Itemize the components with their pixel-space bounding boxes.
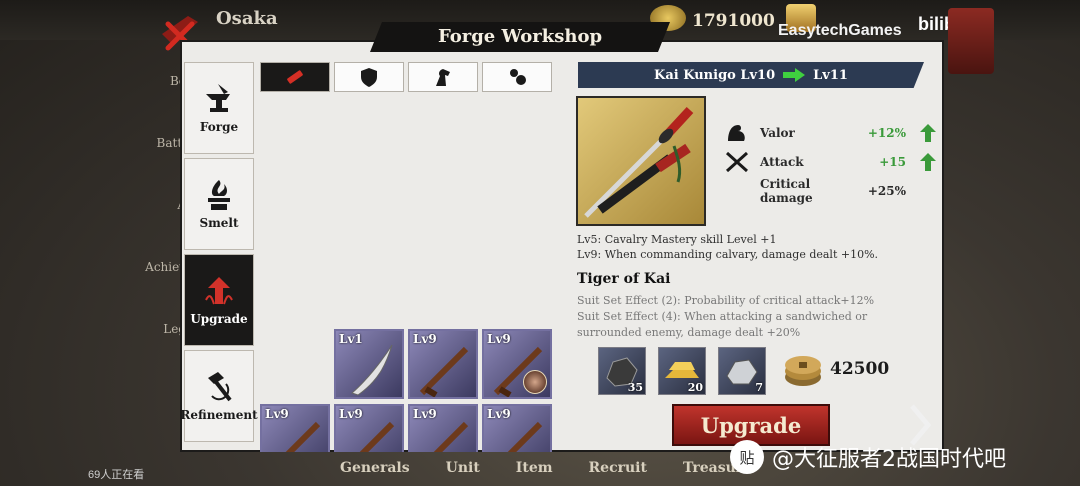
tab-smelt-label: Smelt [199,216,239,230]
item-slot[interactable]: Lv1 [334,329,404,399]
side-tabs: Forge Smelt Upgrade Refinement [180,62,258,446]
item-level: Lv9 [265,407,289,421]
effect-lv5: Lv5: Cavalry Mastery skill Level +1 [577,233,777,246]
blade-icon [351,344,393,396]
stat-attack: Attack +15 [724,147,940,176]
tab-horse[interactable] [408,62,478,92]
city-name: Osaka [216,8,278,29]
gun-icon [433,421,469,452]
anvil-icon [206,84,230,112]
stat-valor: Valor +12% [724,118,940,147]
item-next-level: Lv11 [813,67,848,83]
item-slot[interactable]: Lv9 [408,404,478,452]
material-silver-ore[interactable]: 7 [718,347,766,395]
panel-title: Forge Workshop [370,22,670,52]
tab-refinement[interactable]: Refinement [180,350,258,442]
horse-icon [436,69,450,86]
item-slot[interactable]: Lv9 [482,404,552,452]
tab-upgrade-label: Upgrade [190,312,248,326]
item-level: Lv9 [487,332,511,346]
tab-forge[interactable]: Forge [184,62,254,154]
item-slot[interactable]: Lv9 [408,329,478,399]
tab-smelt[interactable]: Smelt [184,158,254,250]
increase-arrow-icon [920,123,936,142]
upgrade-arrow-icon [205,277,233,305]
item-level: Lv9 [413,332,437,346]
tieba-icon: 贴 [730,440,764,474]
crossed-swords-icon [725,151,749,172]
gun-icon [359,421,395,452]
suit-effect-4: Suit Set Effect (4): When attacking a sa… [577,310,868,339]
tab-armor[interactable] [334,62,404,92]
tab-upgrade[interactable]: Upgrade [184,254,254,346]
sword-icon [287,70,303,84]
item-level: Lv9 [413,407,437,421]
material-gold-bar[interactable]: 20 [658,347,706,395]
coin-cost: 42500 [830,359,890,379]
left-menu-item[interactable]: Battl [128,112,188,174]
furnace-icon [208,180,230,210]
increase-arrow-icon [920,152,936,171]
suit-title: Tiger of Kai [577,271,671,287]
left-menu-item[interactable]: Achiev [128,236,188,298]
shield-icon [361,68,377,87]
gun-icon [285,421,321,452]
bottom-nav: Generals Unit Item Recruit Treasure [340,460,752,476]
commander-avatar[interactable] [948,8,994,74]
stat-critical-damage: Critical damage +25% [760,176,906,205]
item-level: Lv9 [487,407,511,421]
tab-forge-label: Forge [199,120,239,134]
general-portrait [523,370,547,394]
left-menu-item[interactable]: Bo [128,50,188,112]
material-ore[interactable]: 35 [598,347,646,395]
item-level: Lv1 [339,332,363,346]
viewer-count: 69人正在看 [88,469,145,481]
bottom-nav-item[interactable]: Generals [340,460,410,476]
bottom-nav-item[interactable]: Unit [446,460,480,476]
gold-amount: 1791000 [692,11,775,31]
source-watermark-text: @大征服者2战国时代吧 [772,447,1006,472]
coin-icon [785,356,821,386]
publisher-watermark: EasytechGames [778,22,902,39]
left-menu-item[interactable]: Leg [128,298,188,360]
item-slot[interactable]: Lv9 [334,404,404,452]
gun-icon [419,346,469,397]
arm-icon [728,124,745,141]
bottom-nav-item[interactable]: Item [516,460,553,476]
tab-accessory[interactable] [482,62,552,92]
stat-list: Valor +12% Attack +15 Critical damage +2… [724,118,940,205]
material-list: 35 20 7 [598,347,766,395]
suit-effects: Suit Set Effect (2): Probability of crit… [577,293,933,341]
bottom-nav-item[interactable]: Recruit [589,460,647,476]
item-effects: Lv5: Cavalry Mastery skill Level +1 Lv9:… [577,232,937,262]
gun-icon [507,421,543,452]
item-level-banner: Kai Kunigo Lv10 Lv11 [578,62,924,88]
selected-item-image [576,96,706,226]
accessory-icon [510,69,526,85]
left-menu-item[interactable]: A [128,174,188,236]
item-name-level: Kai Kunigo Lv10 [654,67,776,83]
source-watermark: 贴 @大征服者2战国时代吧 [730,440,1006,474]
suit-effect-2: Suit Set Effect (2): Probability of crit… [577,294,875,307]
item-slot[interactable]: Lv9 [260,404,330,452]
left-menu: BoBattlAAchievLeg [128,50,188,360]
arrow-right-icon [783,68,806,82]
hammer-icon [208,372,232,402]
item-slot[interactable]: Lv9 [482,329,552,399]
katana-icon [584,106,694,218]
effect-lv9: Lv9: When commanding calvary, damage dea… [577,248,879,261]
item-grid: Lv1Lv9Lv9Lv9Lv9Lv9Lv9Lv9Lv9Lv9Lv9Lv9Lv10… [260,104,556,452]
tab-weapon[interactable] [260,62,330,92]
category-tabs [260,62,552,92]
item-level: Lv9 [339,407,363,421]
tab-refinement-label: Refinement [180,408,258,422]
